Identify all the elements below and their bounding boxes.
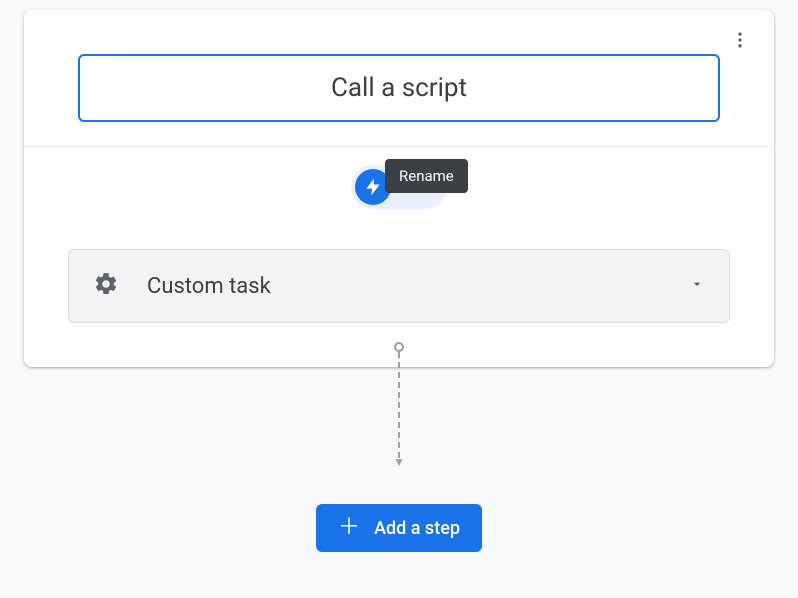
more-options-button[interactable] [724, 24, 756, 56]
add-step-label: Add a step [374, 518, 460, 539]
card-header [24, 10, 774, 122]
add-step-button[interactable]: ＋ Add a step [316, 504, 482, 552]
more-vert-icon [730, 30, 750, 50]
dropdown-caret-icon [689, 276, 705, 296]
step-title-input[interactable] [78, 54, 720, 122]
trigger-row: k Rename [24, 146, 774, 225]
connector-arrow-icon: ▼ [393, 456, 405, 468]
plus-icon: ＋ [338, 517, 360, 539]
rename-tooltip: Rename [385, 159, 468, 193]
gear-icon [93, 271, 119, 301]
task-type-select[interactable]: Custom task [68, 249, 730, 323]
bolt-icon [363, 177, 383, 197]
task-type-label: Custom task [147, 274, 661, 299]
connector-line: ▼ [398, 342, 400, 468]
connector-dash [398, 352, 400, 458]
step-card: k Rename Custom task [24, 10, 774, 367]
connector-start-dot [394, 342, 404, 352]
